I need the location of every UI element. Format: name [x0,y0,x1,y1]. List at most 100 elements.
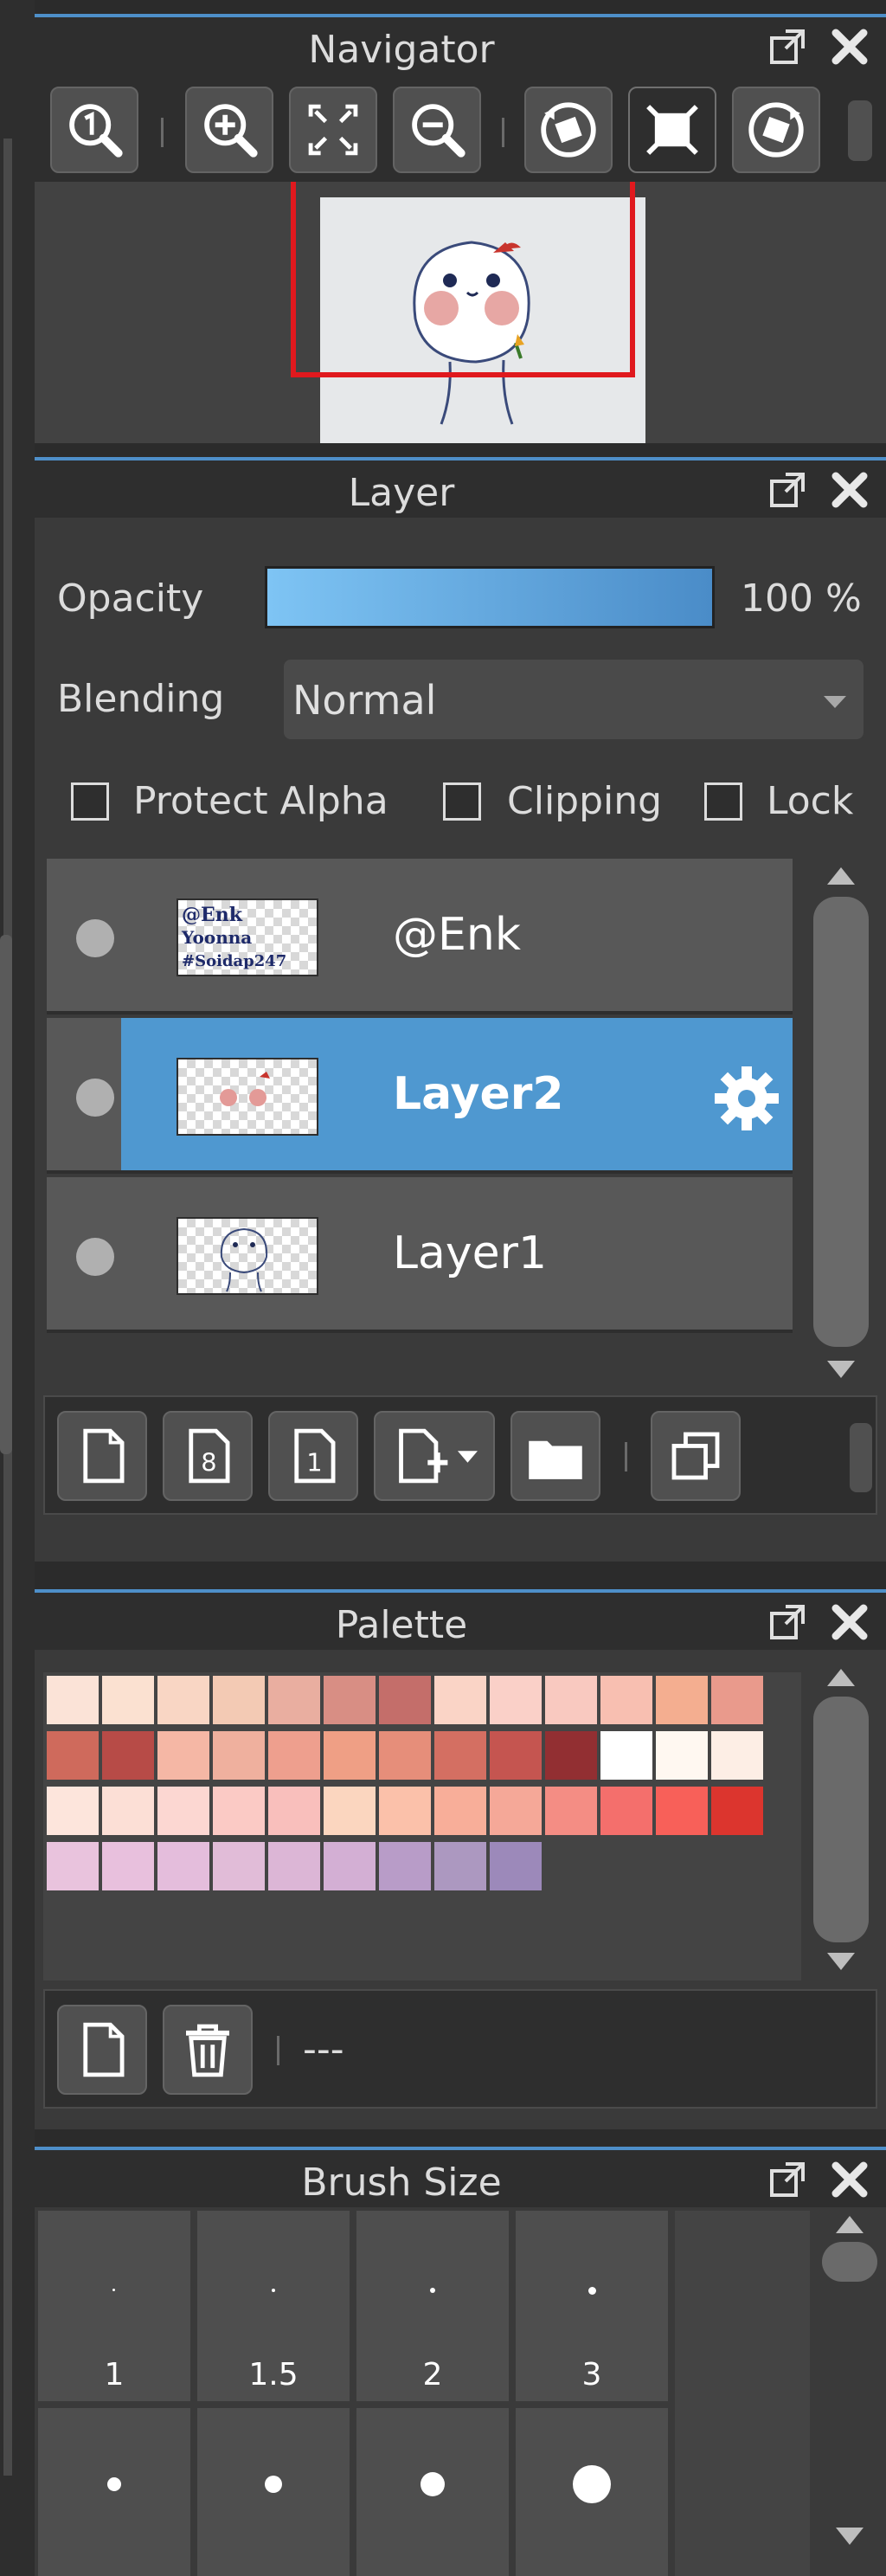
layer-row-layer1[interactable]: Layer1 [47,1177,793,1333]
palette-swatch[interactable] [434,1731,486,1780]
layer-scrollbar[interactable] [803,859,879,1387]
palette-swatch[interactable] [600,1731,652,1780]
new-layer-button[interactable] [57,1411,147,1501]
visibility-toggle[interactable] [76,1238,114,1276]
gear-icon[interactable] [713,1065,780,1132]
palette-swatch[interactable] [102,1842,154,1890]
new-1bit-layer-button[interactable]: 1 [268,1411,358,1501]
blending-select[interactable]: Normal [282,658,865,741]
palette-swatch[interactable] [268,1787,320,1835]
palette-swatch[interactable] [656,1731,708,1780]
palette-swatch[interactable] [490,1787,542,1835]
new-8bit-layer-button[interactable]: 8 [163,1411,253,1501]
palette-swatch[interactable] [490,1842,542,1890]
popout-icon[interactable] [768,1603,806,1641]
scroll-up-icon[interactable] [825,866,857,886]
delete-palette-button[interactable] [163,2005,253,2095]
reset-view-button[interactable] [628,87,716,173]
scroll-down-icon[interactable] [834,2526,865,2547]
palette-swatch[interactable] [213,1731,265,1780]
palette-swatch[interactable] [102,1676,154,1724]
palette-swatch[interactable] [157,1787,209,1835]
layer-row-enk[interactable]: @Enk Yoonna #Soidap247 @Enk [47,859,793,1014]
palette-swatch[interactable] [47,1676,99,1724]
close-icon[interactable] [831,471,869,509]
lock-checkbox[interactable] [704,782,742,821]
new-folder-button[interactable] [510,1411,600,1501]
brush-size-scrollbar[interactable] [813,2207,886,2576]
palette-swatch[interactable] [656,1787,708,1835]
palette-swatch[interactable] [157,1676,209,1724]
palette-swatch[interactable] [379,1842,431,1890]
left-edge-handle[interactable] [0,935,12,1454]
palette-scroll-thumb[interactable] [813,1697,869,1942]
brush-size-cell[interactable]: 3 [516,2211,668,2401]
new-palette-button[interactable] [57,2005,147,2095]
navigator-preview[interactable]: ~~ [35,182,886,443]
clipping-checkbox[interactable] [443,782,481,821]
palette-swatch[interactable] [47,1787,99,1835]
scroll-down-icon[interactable] [825,1359,857,1380]
brush-scroll-thumb[interactable] [822,2242,877,2282]
duplicate-layer-button[interactable] [651,1411,741,1501]
palette-scrollbar[interactable] [803,1658,879,1980]
layer-row-layer2[interactable]: Layer2 [47,1018,793,1174]
palette-swatch[interactable] [47,1731,99,1780]
palette-swatch[interactable] [324,1731,376,1780]
rotate-right-button[interactable] [732,87,820,173]
palette-swatch[interactable] [711,1731,763,1780]
palette-swatch[interactable] [490,1676,542,1724]
brush-size-cell[interactable] [38,2408,190,2576]
palette-swatch[interactable] [379,1731,431,1780]
palette-swatch[interactable] [213,1787,265,1835]
palette-swatch[interactable] [213,1842,265,1890]
palette-swatch[interactable] [434,1787,486,1835]
palette-swatch[interactable] [324,1676,376,1724]
palette-swatch[interactable] [379,1676,431,1724]
fit-screen-button[interactable] [289,87,377,173]
palette-swatch[interactable] [600,1676,652,1724]
close-icon[interactable] [831,28,869,66]
palette-swatch[interactable] [268,1842,320,1890]
scroll-down-icon[interactable] [825,1951,857,1972]
brush-size-cell[interactable]: 2 [356,2211,509,2401]
close-icon[interactable] [831,1603,869,1641]
palette-swatch[interactable] [157,1842,209,1890]
palette-swatch[interactable] [711,1676,763,1724]
palette-swatch[interactable] [324,1787,376,1835]
palette-swatch[interactable] [545,1787,597,1835]
zoom-out-button[interactable] [393,87,481,173]
visibility-toggle[interactable] [76,1079,114,1117]
popout-icon[interactable] [768,2161,806,2199]
zoom-in-button[interactable] [185,87,273,173]
layer-toolbar-scroll[interactable] [850,1423,872,1492]
palette-swatch[interactable] [324,1842,376,1890]
palette-swatch[interactable] [600,1787,652,1835]
palette-swatch[interactable] [545,1676,597,1724]
add-layer-menu-button[interactable] [374,1411,495,1501]
palette-swatch[interactable] [157,1731,209,1780]
brush-size-cell[interactable] [516,2408,668,2576]
scroll-up-icon[interactable] [834,2214,865,2235]
rotate-left-button[interactable] [524,87,613,173]
scroll-up-icon[interactable] [825,1667,857,1688]
close-icon[interactable] [831,2161,869,2199]
palette-swatch[interactable] [47,1842,99,1890]
palette-swatch[interactable] [102,1731,154,1780]
visibility-toggle[interactable] [76,919,114,957]
palette-swatch[interactable] [213,1676,265,1724]
palette-swatch[interactable] [711,1787,763,1835]
palette-swatch[interactable] [268,1731,320,1780]
protect-alpha-checkbox[interactable] [71,782,109,821]
popout-icon[interactable] [768,28,806,66]
layer-scroll-thumb[interactable] [813,897,869,1347]
opacity-slider[interactable] [265,566,715,628]
popout-icon[interactable] [768,471,806,509]
actual-size-button[interactable] [50,87,138,173]
brush-size-cell[interactable] [356,2408,509,2576]
brush-size-cell[interactable] [197,2408,350,2576]
palette-swatch[interactable] [490,1731,542,1780]
palette-swatch[interactable] [379,1787,431,1835]
palette-swatch[interactable] [102,1787,154,1835]
navigator-view-frame[interactable] [291,182,635,377]
